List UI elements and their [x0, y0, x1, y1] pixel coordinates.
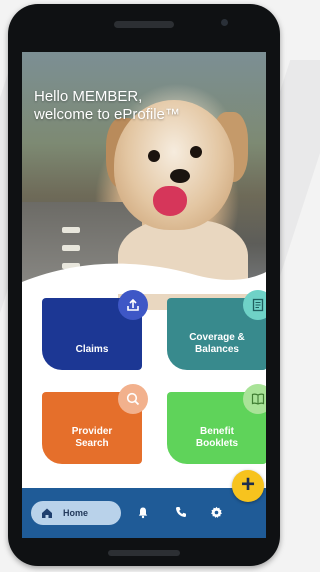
app-screen: Hello MEMBER, welcome to eProfile™ Claim… — [22, 52, 266, 538]
upload-icon — [118, 290, 148, 320]
bottom-navigation-bar: Home — [22, 488, 266, 538]
search-icon — [118, 384, 148, 414]
front-camera — [221, 19, 228, 26]
coverage-balances-tile[interactable]: Coverage & Balances — [167, 290, 266, 370]
greeting-line-1: Hello MEMBER, — [34, 88, 143, 105]
phone-frame: Hello MEMBER, welcome to eProfile™ Claim… — [8, 4, 280, 566]
nav-home-button[interactable]: Home — [31, 501, 121, 525]
road-marking — [62, 245, 80, 251]
home-icon — [41, 507, 53, 519]
provider-search-label: Provider Search — [72, 426, 113, 464]
dog-eye — [190, 146, 202, 158]
home-label: Home — [63, 508, 89, 518]
welcome-greeting: Hello MEMBER, welcome to eProfile™ — [34, 88, 180, 124]
book-icon — [243, 384, 266, 414]
phone-icon[interactable] — [173, 504, 189, 520]
coverage-balances-label: Coverage & Balances — [189, 332, 245, 370]
road-marking — [62, 227, 80, 233]
greeting-line-2: welcome to eProfile™ — [34, 106, 180, 123]
hero-wave-divider — [22, 263, 266, 294]
dog-eye — [148, 150, 160, 162]
device-home-indicator — [108, 550, 180, 556]
gear-icon[interactable] — [208, 504, 224, 520]
dog-tongue — [153, 186, 187, 216]
speaker-grille — [114, 21, 174, 28]
label-line-1: Provider — [71, 426, 113, 437]
claims-tile[interactable]: Claims — [42, 290, 148, 370]
benefit-booklets-label: Benefit Booklets — [196, 426, 238, 464]
label-line-1: Benefit — [200, 426, 234, 437]
provider-search-tile[interactable]: Provider Search — [42, 384, 148, 464]
dog-nose — [170, 169, 190, 183]
label-line-2: Search — [75, 438, 109, 449]
label-line-2: Booklets — [195, 438, 239, 449]
benefit-booklets-tile[interactable]: Benefit Booklets — [167, 384, 266, 464]
label-line-2: Balances — [195, 344, 239, 355]
bell-icon[interactable] — [135, 504, 151, 520]
label-line-1: Coverage & — [189, 332, 245, 343]
add-fab-button[interactable]: + — [232, 470, 264, 502]
document-icon — [243, 290, 266, 320]
claims-label: Claims — [75, 344, 109, 355]
hero-banner: Hello MEMBER, welcome to eProfile™ — [22, 52, 266, 310]
